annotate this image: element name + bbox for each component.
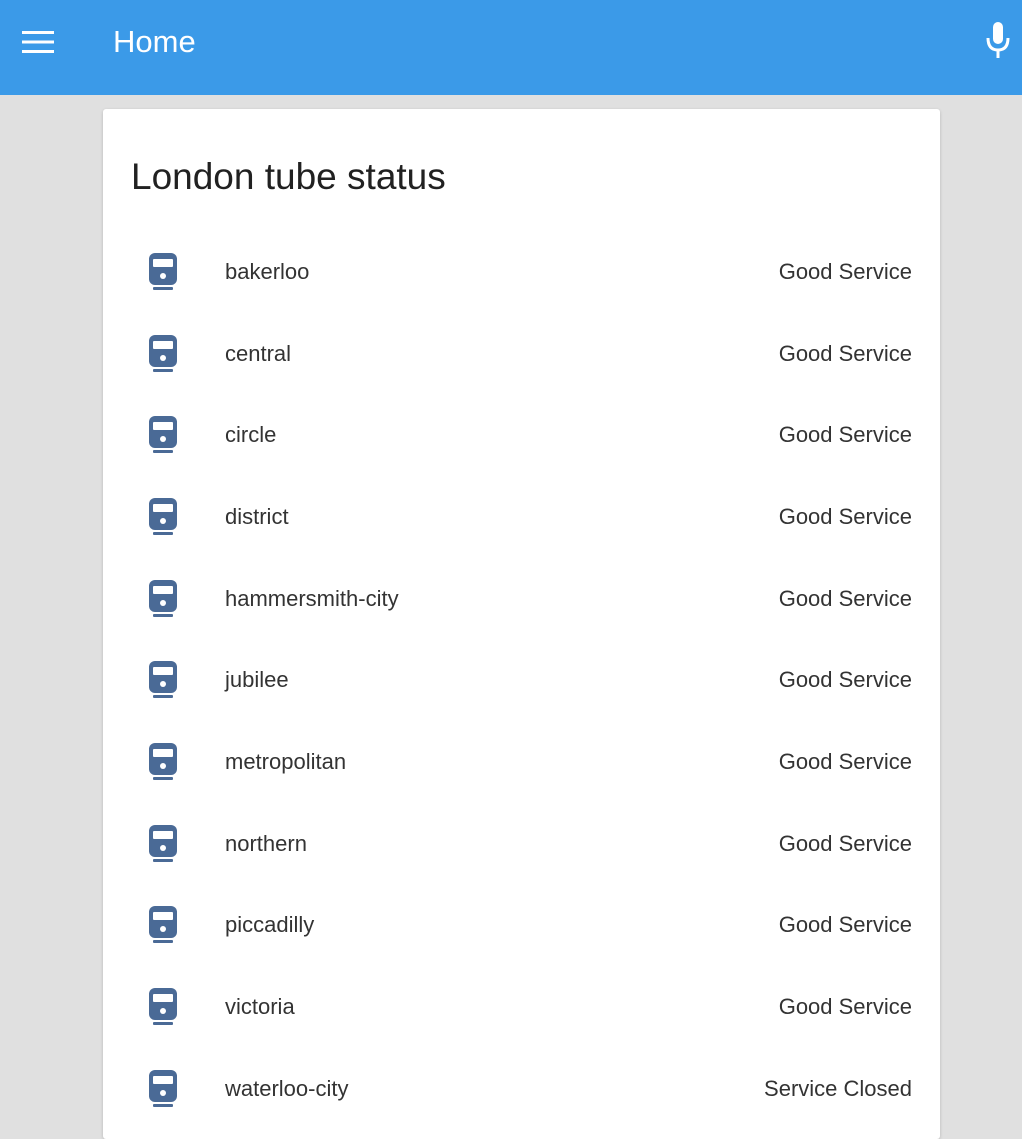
line-status: Good Service: [778, 994, 912, 1020]
tube-line-item-bakerloo[interactable]: bakerloo Good Service: [103, 231, 940, 313]
train-icon: [149, 988, 177, 1026]
tube-line-item-jubilee[interactable]: jubilee Good Service: [103, 639, 940, 721]
line-name: central: [225, 340, 292, 366]
train-icon: [149, 416, 177, 454]
line-status: Good Service: [778, 340, 912, 366]
tube-line-item-waterloo-city[interactable]: waterloo-city Service Closed: [103, 1048, 940, 1130]
line-status: Good Service: [778, 912, 912, 938]
line-status: Good Service: [778, 748, 912, 774]
line-name: circle: [225, 422, 277, 448]
tube-line-item-hammersmith-city[interactable]: hammersmith-city Good Service: [103, 558, 940, 640]
line-status: Good Service: [778, 258, 912, 284]
train-icon: [149, 742, 177, 780]
tube-line-item-metropolitan[interactable]: metropolitan Good Service: [103, 721, 940, 803]
tube-line-list: bakerloo Good Service central Good Servi…: [103, 231, 940, 1130]
line-name: district: [225, 503, 289, 529]
train-icon: [149, 661, 177, 699]
line-name: metropolitan: [225, 748, 347, 774]
train-icon: [149, 497, 177, 535]
line-name: hammersmith-city: [225, 585, 399, 611]
train-icon: [149, 824, 177, 862]
microphone-icon: [986, 22, 1010, 58]
tube-line-item-victoria[interactable]: victoria Good Service: [103, 966, 940, 1048]
voice-search-button[interactable]: [976, 18, 1020, 62]
line-status: Good Service: [778, 585, 912, 611]
menu-icon: [22, 31, 54, 53]
line-name: victoria: [225, 994, 295, 1020]
tube-line-item-district[interactable]: district Good Service: [103, 476, 940, 558]
train-icon: [149, 906, 177, 944]
tube-line-item-northern[interactable]: northern Good Service: [103, 803, 940, 885]
train-icon: [149, 334, 177, 372]
card-title: London tube status: [131, 156, 446, 197]
line-name: waterloo-city: [225, 1075, 349, 1101]
page-title: Home: [113, 24, 196, 59]
tube-line-item-piccadilly[interactable]: piccadilly Good Service: [103, 885, 940, 967]
train-icon: [149, 252, 177, 290]
line-status: Good Service: [778, 667, 912, 693]
menu-button[interactable]: [16, 20, 60, 64]
train-icon: [149, 579, 177, 617]
line-name: piccadilly: [225, 912, 315, 938]
app-header: Home: [0, 0, 1022, 95]
line-name: jubilee: [225, 667, 289, 693]
line-status: Good Service: [778, 422, 912, 448]
line-status: Service Closed: [764, 1075, 912, 1101]
line-name: northern: [225, 830, 307, 856]
tube-line-item-circle[interactable]: circle Good Service: [103, 394, 940, 476]
train-icon: [149, 1069, 177, 1107]
line-name: bakerloo: [225, 258, 310, 284]
line-status: Good Service: [778, 503, 912, 529]
tube-line-item-central[interactable]: central Good Service: [103, 313, 940, 395]
tube-status-card: London tube status bakerloo Good Service…: [103, 109, 940, 1139]
line-status: Good Service: [778, 830, 912, 856]
